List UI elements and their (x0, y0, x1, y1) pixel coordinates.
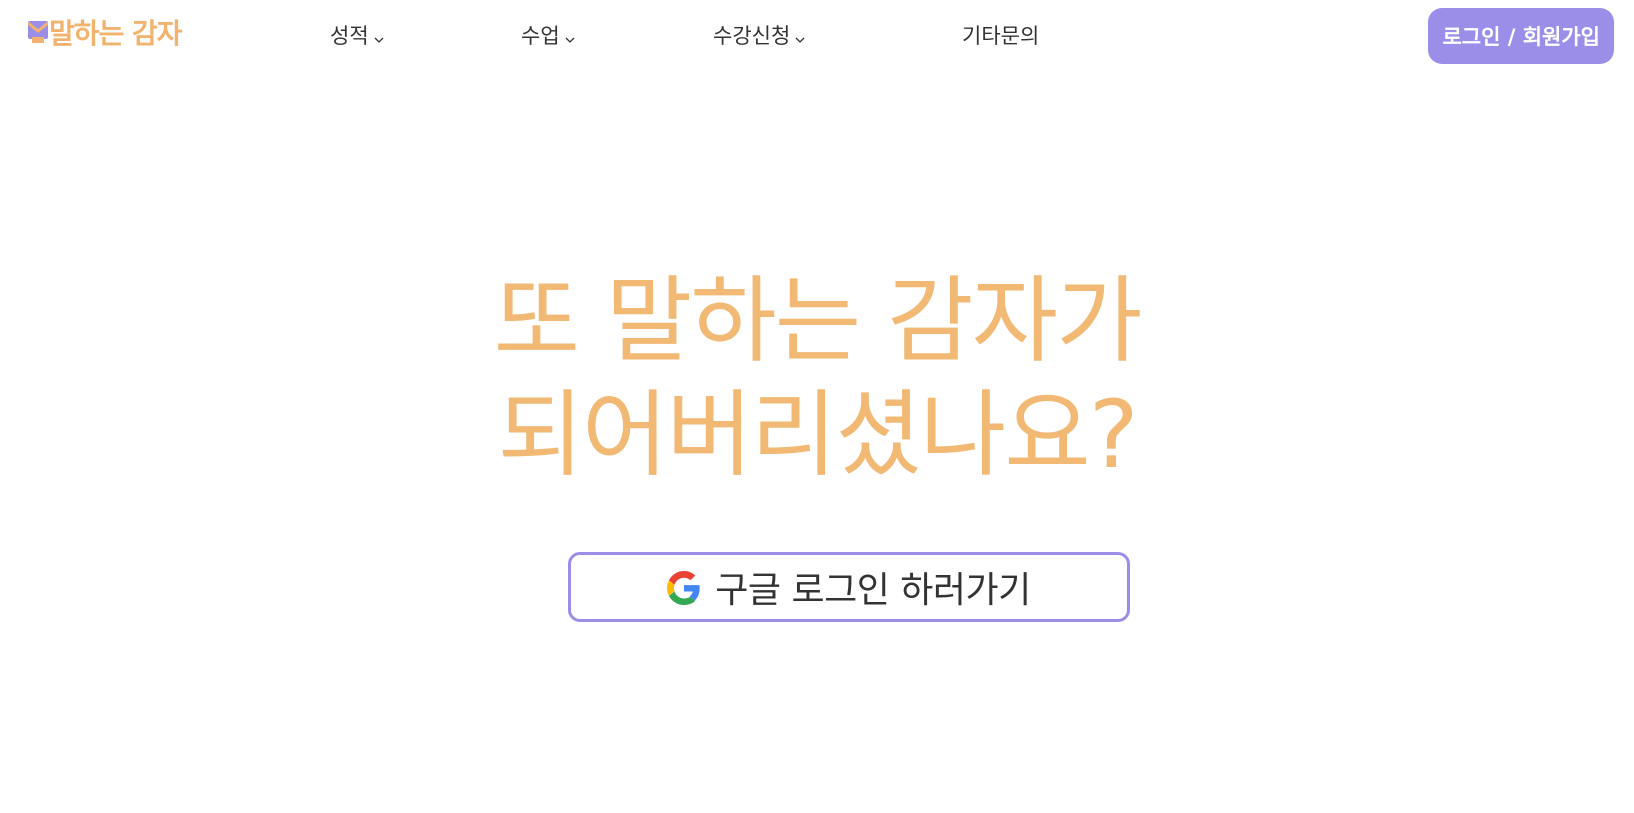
google-login-button[interactable]: 구글 로그인 하러가기 (568, 552, 1130, 622)
nav-label: 수강신청 (713, 24, 791, 48)
google-login-label: 구글 로그인 하러가기 (715, 570, 1031, 611)
nav-item-classes[interactable]: 수업 (521, 20, 575, 50)
nav-item-grades[interactable]: 성적 (330, 20, 384, 50)
nav-item-inquiry[interactable]: 기타문의 (962, 20, 1039, 50)
nav-item-registration[interactable]: 수강신청 (713, 20, 805, 50)
nav-label: 수업 (521, 24, 560, 48)
nav-label: 성적 (330, 24, 369, 48)
nav-label: 기타문의 (962, 24, 1040, 48)
hero-line-1: 또 말하는 감자가 (493, 267, 1142, 376)
chevron-down-icon (565, 25, 575, 49)
login-signup-button[interactable]: 로그인 / 회원가입 (1428, 8, 1614, 64)
potato-mascot-icon (27, 19, 49, 49)
chevron-down-icon (374, 25, 384, 49)
logo[interactable]: 말하는 감자 (27, 16, 183, 52)
header: 말하는 감자 성적 수업 수강신청 기타문의 로그인 / 회원가입 (0, 0, 1634, 72)
chevron-down-icon (795, 25, 805, 49)
google-g-icon (667, 571, 701, 605)
hero-line-2: 되어버리셨나요? (497, 381, 1138, 490)
logo-text: 말하는 감자 (49, 17, 183, 50)
page: 말하는 감자 성적 수업 수강신청 기타문의 로그인 / 회원가입 또 말하는 … (0, 0, 1634, 813)
hero-heading: 또 말하는 감자가 되어버리셨나요? (0, 265, 1634, 493)
